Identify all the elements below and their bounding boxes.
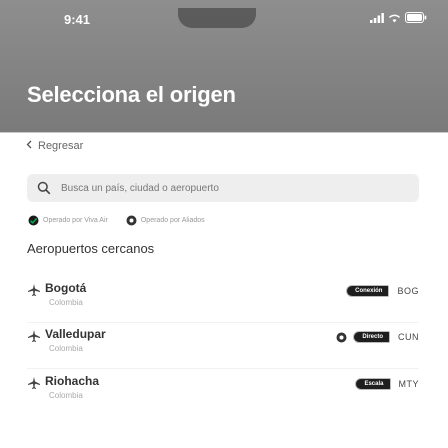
airport-row-riohacha[interactable]: Riohacha Colombia Escala MTY [27, 374, 419, 414]
page-title: Selecciona el origen [27, 82, 236, 107]
partner-logo-icon [126, 215, 137, 226]
status-time: 9:41 [64, 12, 91, 27]
chevron-left-icon [26, 140, 32, 152]
partner-logo-icon [336, 332, 347, 342]
legend-item-partner: Operado por Aliados [126, 215, 205, 226]
status-icons [370, 12, 427, 23]
signal-icon [370, 12, 384, 23]
back-button[interactable]: Regresar [26, 140, 83, 152]
wifi-icon [388, 14, 401, 22]
search-box[interactable] [27, 174, 419, 202]
status-bar: 9:41 [0, 0, 448, 40]
section-title: Aeropuertos cercanos [27, 241, 155, 256]
search-input[interactable] [59, 181, 403, 195]
airport-info: Escala MTY [355, 378, 419, 390]
operator-legend: Operado por Viva Air Operado por Aliados [28, 215, 223, 226]
route-type-badge: Conexión [346, 285, 390, 297]
legend-label: Operado por Aliados [140, 217, 205, 224]
device-notch [178, 8, 256, 28]
search-icon [37, 181, 51, 195]
divider [27, 368, 419, 369]
plane-icon [28, 284, 40, 296]
airport-row-bogota[interactable]: Bogotá Colombia Conexión BOG [27, 281, 419, 321]
route-type-badge: Directo [353, 331, 390, 343]
airport-city: Valledupar [45, 327, 106, 341]
airport-row-valledupar[interactable]: Valledupar Colombia Directo CUN [27, 327, 419, 367]
battery-icon [405, 12, 427, 23]
airport-city: Riohacha [45, 374, 100, 388]
plane-icon [28, 330, 40, 342]
plane-icon [28, 377, 40, 389]
airport-info: Directo CUN [336, 331, 419, 343]
legend-label: Operado por Viva Air [43, 217, 108, 224]
divider [27, 322, 419, 323]
airport-code: MTY [398, 379, 419, 389]
airport-country: Colombia [49, 298, 83, 307]
legend-item-viva: Operado por Viva Air [28, 215, 108, 226]
header: 9:41 Selecciona el origen [0, 0, 448, 133]
viva-air-logo-icon [28, 215, 39, 226]
airport-code: BOG [397, 286, 419, 296]
airport-country: Colombia [49, 344, 83, 353]
route-type-badge: Escala [355, 378, 391, 390]
airport-info: Conexión BOG [346, 285, 419, 297]
back-label: Regresar [38, 140, 84, 152]
airport-country: Colombia [49, 391, 83, 400]
airport-code: CUN [398, 332, 419, 342]
airport-city: Bogotá [45, 281, 87, 295]
